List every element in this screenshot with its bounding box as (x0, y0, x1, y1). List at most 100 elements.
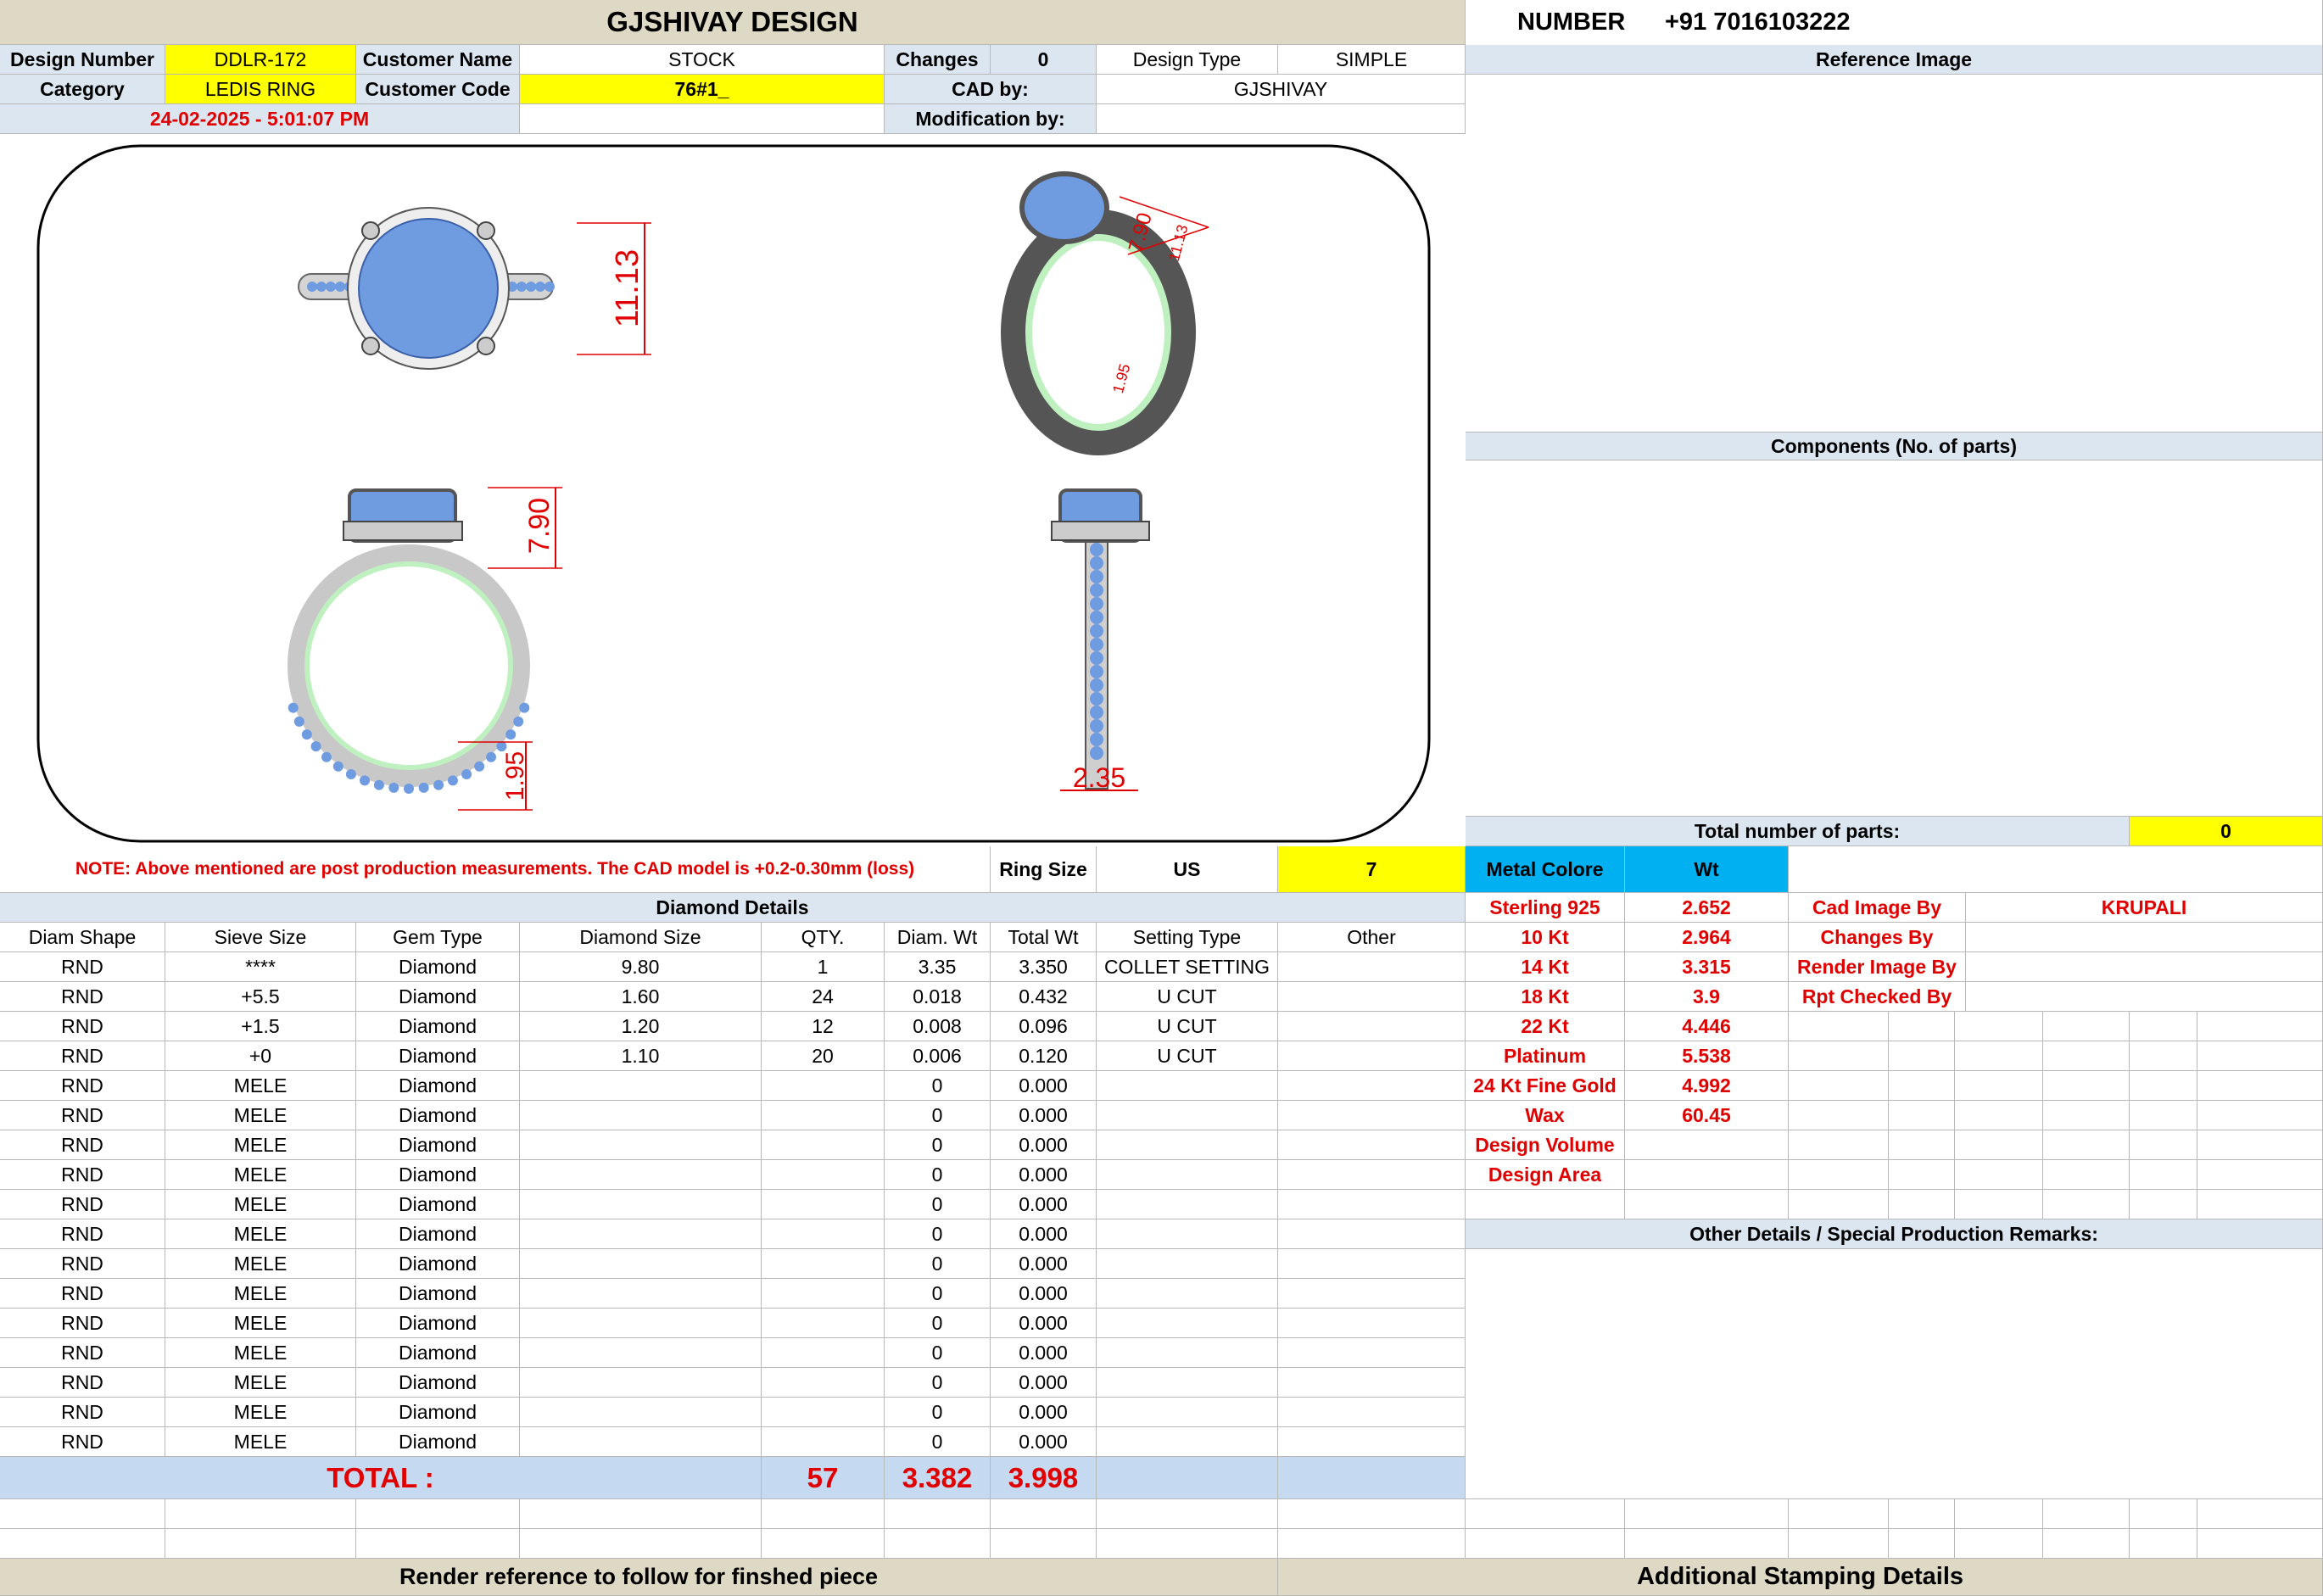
diamond-cell-setting-type[interactable] (1097, 1338, 1278, 1368)
diamond-cell-diamond-size[interactable] (520, 1101, 762, 1130)
metal-weight[interactable]: 2.652 (1625, 893, 1789, 923)
diamond-cell-total-wt[interactable]: 0.000 (991, 1190, 1097, 1219)
diamond-cell-qty[interactable] (762, 1398, 885, 1427)
diamond-cell-diamond-size[interactable]: 1.10 (520, 1041, 762, 1071)
diamond-cell-setting-type[interactable]: U CUT (1097, 1041, 1278, 1071)
diamond-cell-other[interactable] (1278, 1190, 1466, 1219)
diamond-cell-diam-wt[interactable]: 0 (885, 1368, 991, 1398)
diamond-cell-qty[interactable]: 20 (762, 1041, 885, 1071)
metal-weight[interactable]: 3.315 (1625, 952, 1789, 982)
metal-weight[interactable]: 3.9 (1625, 982, 1789, 1012)
diamond-cell-sieve-size[interactable]: +1.5 (165, 1012, 356, 1041)
diamond-cell-other[interactable] (1278, 1160, 1466, 1190)
diamond-cell-qty[interactable] (762, 1427, 885, 1457)
diamond-cell-sieve-size[interactable]: MELE (165, 1427, 356, 1457)
diamond-cell-diam-shape[interactable]: RND (0, 1309, 165, 1338)
diamond-cell-gem-type[interactable]: Diamond (356, 982, 520, 1012)
diamond-cell-setting-type[interactable] (1097, 1219, 1278, 1249)
diamond-cell-other[interactable] (1278, 1219, 1466, 1249)
customer-code-value[interactable]: 76#1_ (520, 75, 885, 104)
diamond-cell-setting-type[interactable]: U CUT (1097, 982, 1278, 1012)
changes-value[interactable]: 0 (991, 45, 1097, 75)
diamond-cell-total-wt[interactable]: 0.000 (991, 1279, 1097, 1309)
diamond-cell-diam-shape[interactable]: RND (0, 1160, 165, 1190)
diamond-cell-sieve-size[interactable]: MELE (165, 1101, 356, 1130)
metal-weight[interactable]: 60.45 (1625, 1101, 1789, 1130)
diamond-cell-total-wt[interactable]: 0.000 (991, 1160, 1097, 1190)
diamond-cell-qty[interactable] (762, 1249, 885, 1279)
diamond-cell-setting-type[interactable] (1097, 1368, 1278, 1398)
diamond-cell-other[interactable] (1278, 1130, 1466, 1160)
diamond-cell-diam-shape[interactable]: RND (0, 1279, 165, 1309)
diamond-cell-setting-type[interactable]: COLLET SETTING (1097, 952, 1278, 982)
diamond-cell-total-wt[interactable]: 0.000 (991, 1427, 1097, 1457)
diamond-cell-diamond-size[interactable] (520, 1427, 762, 1457)
diamond-cell-gem-type[interactable]: Diamond (356, 1309, 520, 1338)
diamond-cell-diamond-size[interactable] (520, 1368, 762, 1398)
diamond-cell-gem-type[interactable]: Diamond (356, 1101, 520, 1130)
diamond-cell-sieve-size[interactable]: MELE (165, 1219, 356, 1249)
diamond-cell-sieve-size[interactable]: MELE (165, 1338, 356, 1368)
diamond-cell-gem-type[interactable]: Diamond (356, 1160, 520, 1190)
diamond-cell-diam-shape[interactable]: RND (0, 1012, 165, 1041)
diamond-cell-diam-wt[interactable]: 0 (885, 1101, 991, 1130)
diamond-cell-diamond-size[interactable]: 1.60 (520, 982, 762, 1012)
customer-name-value[interactable]: STOCK (520, 45, 885, 75)
diamond-cell-setting-type[interactable] (1097, 1249, 1278, 1279)
diamond-cell-qty[interactable]: 24 (762, 982, 885, 1012)
diamond-cell-gem-type[interactable]: Diamond (356, 1071, 520, 1101)
diamond-cell-other[interactable] (1278, 1398, 1466, 1427)
diamond-cell-diam-shape[interactable]: RND (0, 1338, 165, 1368)
credit-value[interactable] (1966, 982, 2323, 1012)
diamond-cell-diam-shape[interactable]: RND (0, 1249, 165, 1279)
metal-weight[interactable]: 4.446 (1625, 1012, 1789, 1041)
diamond-cell-sieve-size[interactable]: MELE (165, 1190, 356, 1219)
diamond-cell-diamond-size[interactable] (520, 1309, 762, 1338)
diamond-cell-total-wt[interactable]: 3.350 (991, 952, 1097, 982)
diamond-cell-qty[interactable] (762, 1190, 885, 1219)
diamond-cell-other[interactable] (1278, 1368, 1466, 1398)
diamond-cell-gem-type[interactable]: Diamond (356, 1012, 520, 1041)
diamond-cell-total-wt[interactable]: 0.000 (991, 1101, 1097, 1130)
design-number-value[interactable]: DDLR-172 (165, 45, 356, 75)
diamond-cell-gem-type[interactable]: Diamond (356, 1338, 520, 1368)
diamond-cell-setting-type[interactable] (1097, 1071, 1278, 1101)
ring-size-value[interactable]: 7 (1278, 846, 1466, 893)
other-details-area[interactable] (1466, 1249, 2323, 1499)
diamond-cell-diam-wt[interactable]: 0.018 (885, 982, 991, 1012)
diamond-cell-total-wt[interactable]: 0.000 (991, 1249, 1097, 1279)
diamond-cell-diam-wt[interactable]: 0 (885, 1338, 991, 1368)
diamond-cell-diamond-size[interactable] (520, 1249, 762, 1279)
diamond-cell-setting-type[interactable] (1097, 1309, 1278, 1338)
diamond-cell-diam-shape[interactable]: RND (0, 1398, 165, 1427)
diamond-cell-other[interactable] (1278, 1041, 1466, 1071)
diamond-cell-diamond-size[interactable] (520, 1338, 762, 1368)
diamond-cell-diamond-size[interactable] (520, 1071, 762, 1101)
metal-weight[interactable]: 5.538 (1625, 1041, 1789, 1071)
metal-weight[interactable] (1625, 1130, 1789, 1160)
diamond-cell-diam-wt[interactable]: 0 (885, 1160, 991, 1190)
diamond-cell-diam-wt[interactable]: 0 (885, 1190, 991, 1219)
diamond-cell-other[interactable] (1278, 952, 1466, 982)
diamond-cell-qty[interactable] (762, 1338, 885, 1368)
diamond-cell-diam-shape[interactable]: RND (0, 1190, 165, 1219)
diamond-cell-gem-type[interactable]: Diamond (356, 1368, 520, 1398)
diamond-cell-diam-wt[interactable]: 0 (885, 1427, 991, 1457)
diamond-cell-total-wt[interactable]: 0.000 (991, 1368, 1097, 1398)
diamond-cell-qty[interactable] (762, 1219, 885, 1249)
diamond-cell-diamond-size[interactable]: 1.20 (520, 1012, 762, 1041)
diamond-cell-gem-type[interactable]: Diamond (356, 1219, 520, 1249)
diamond-cell-gem-type[interactable]: Diamond (356, 1130, 520, 1160)
diamond-cell-total-wt[interactable]: 0.000 (991, 1071, 1097, 1101)
diamond-cell-gem-type[interactable]: Diamond (356, 1190, 520, 1219)
diamond-cell-sieve-size[interactable]: MELE (165, 1309, 356, 1338)
diamond-cell-qty[interactable] (762, 1101, 885, 1130)
diamond-cell-diamond-size[interactable] (520, 1130, 762, 1160)
diamond-cell-other[interactable] (1278, 1338, 1466, 1368)
diamond-cell-qty[interactable] (762, 1368, 885, 1398)
diamond-cell-other[interactable] (1278, 1101, 1466, 1130)
diamond-cell-setting-type[interactable] (1097, 1190, 1278, 1219)
credit-value[interactable]: KRUPALI (1966, 893, 2323, 923)
diamond-cell-total-wt[interactable]: 0.432 (991, 982, 1097, 1012)
diamond-cell-diam-shape[interactable]: RND (0, 1427, 165, 1457)
